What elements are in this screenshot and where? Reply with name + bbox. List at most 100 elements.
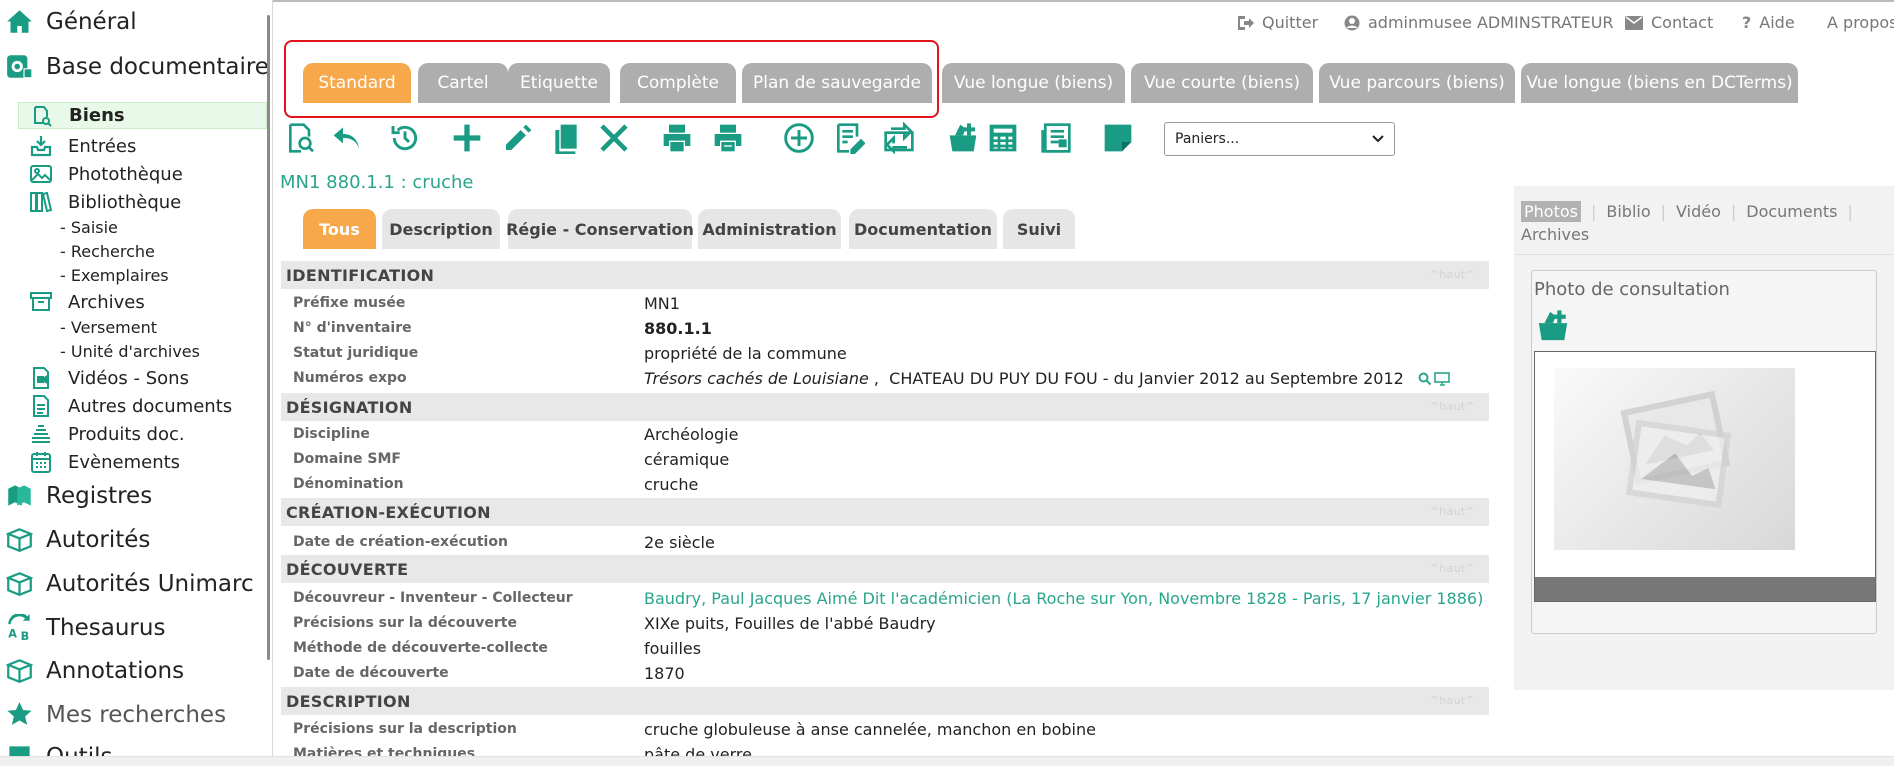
sidebar-item-archives[interactable]: Archives	[28, 289, 145, 315]
user-link[interactable]: adminmusee ADMINSTRATEUR	[1344, 13, 1614, 32]
horizontal-scrollbar[interactable]	[0, 756, 1894, 766]
open-box-icon	[6, 526, 33, 553]
sidebar-link-exemplaires[interactable]: - Exemplaires	[60, 266, 169, 285]
sidebar-link-recherche[interactable]: - Recherche	[60, 242, 155, 261]
photo-title: Photo de consultation	[1534, 279, 1730, 300]
add-circle-icon[interactable]	[783, 122, 815, 154]
top-bar: Quitter adminmusee ADMINSTRATEUR Contact…	[273, 0, 1894, 42]
basket-add-icon[interactable]	[947, 122, 979, 154]
report-icon[interactable]	[1040, 122, 1072, 154]
media-tab-video[interactable]: Vidéo	[1676, 202, 1721, 221]
object-search-icon	[29, 103, 55, 129]
apropos-label: A propos	[1827, 13, 1894, 32]
magnify-icon[interactable]	[1418, 372, 1432, 386]
delete-icon[interactable]	[598, 122, 630, 154]
decouvreur-link[interactable]: Baudry, Paul Jacques Aimé Dit l'académic…	[644, 589, 1483, 608]
field-label: Discipline	[293, 426, 370, 442]
media-tab-archives[interactable]: Archives	[1521, 225, 1589, 244]
tab-documentation[interactable]: Documentation	[849, 209, 997, 249]
tab-vue-courte-biens[interactable]: Vue courte (biens)	[1131, 63, 1313, 103]
search-record-icon[interactable]	[285, 122, 317, 154]
sidebar-scrollbar[interactable]	[267, 15, 270, 660]
sidebar-item-outils[interactable]: Outils	[6, 743, 112, 756]
tab-tous[interactable]: Tous	[303, 209, 376, 249]
tab-regie-conservation[interactable]: Régie - Conservation	[506, 209, 694, 249]
tab-description[interactable]: Description	[382, 209, 500, 249]
sidebar-item-biens[interactable]: Biens	[18, 102, 267, 129]
paniers-select-value: Paniers...	[1175, 131, 1240, 147]
sidebar-item-autorites[interactable]: Autorités	[6, 526, 150, 553]
quitter-link[interactable]: Quitter	[1236, 13, 1318, 32]
field-value: 1870	[644, 664, 685, 683]
calculator-icon[interactable]	[987, 122, 1019, 154]
form-edit-icon[interactable]	[833, 122, 865, 154]
field-label: Précisions sur la description	[293, 721, 517, 737]
history-icon[interactable]	[389, 122, 421, 154]
photo-caption-bar	[1535, 577, 1875, 601]
note-icon[interactable]	[1102, 122, 1134, 154]
sidebar-item-registres[interactable]: Registres	[6, 482, 152, 509]
media-tab-documents[interactable]: Documents	[1746, 202, 1837, 221]
photo-frame[interactable]	[1534, 351, 1876, 602]
record-name: cruche	[412, 172, 474, 193]
transfer-icon[interactable]	[883, 122, 915, 154]
field-label: Statut juridique	[293, 345, 419, 361]
sidebar-item-label: Outils	[46, 744, 112, 757]
duplicate-icon[interactable]	[550, 122, 582, 154]
print-list-icon[interactable]	[712, 122, 744, 154]
sidebar-item-label: Bibliothèque	[68, 191, 182, 213]
section-title: IDENTIFICATION	[286, 265, 435, 285]
sidebar-item-thesaurus[interactable]: AB Thesaurus	[6, 614, 165, 641]
haut-link[interactable]: ^haut^	[1430, 505, 1475, 518]
sidebar-item-produits-doc[interactable]: Produits doc.	[28, 421, 185, 447]
sidebar-link-versement[interactable]: - Versement	[60, 318, 157, 337]
media-tab-biblio[interactable]: Biblio	[1606, 202, 1650, 221]
haut-link[interactable]: ^haut^	[1430, 400, 1475, 413]
field-value-decouvreur[interactable]: Baudry, Paul Jacques Aimé Dit l'académic…	[644, 589, 1489, 608]
open-window-icon[interactable]	[1434, 371, 1450, 386]
section-title: DÉCOUVERTE	[286, 559, 409, 579]
field-value: fouilles	[644, 639, 702, 658]
basket-add-icon[interactable]	[1536, 309, 1570, 343]
tab-suivi[interactable]: Suivi	[1003, 209, 1075, 249]
haut-link[interactable]: ^haut^	[1430, 268, 1475, 281]
star-icon	[6, 701, 33, 728]
sidebar-item-bibliotheque[interactable]: Bibliothèque	[28, 189, 181, 215]
tab-vue-longue-dcterms[interactable]: Vue longue (biens en DCTerms)	[1521, 63, 1798, 103]
tab-vue-longue-biens[interactable]: Vue longue (biens)	[942, 63, 1125, 103]
sidebar-item-base-documentaire[interactable]: Base documentaire	[6, 53, 269, 80]
paniers-select[interactable]: Paniers...	[1164, 122, 1395, 156]
haut-link[interactable]: ^haut^	[1430, 562, 1475, 575]
haut-link[interactable]: ^haut^	[1430, 694, 1475, 707]
tab-vue-parcours-biens[interactable]: Vue parcours (biens)	[1319, 63, 1515, 103]
sidebar-item-label: Base documentaire	[46, 53, 269, 80]
section-decouverte: DÉCOUVERTE ^haut^	[281, 555, 1489, 583]
field-value: XIXe puits, Fouilles de l'abbé Baudry	[644, 614, 936, 633]
sidebar-item-annotations[interactable]: Annotations	[6, 657, 184, 684]
back-icon[interactable]	[331, 122, 363, 154]
sidebar-item-autorites-unimarc[interactable]: Autorités Unimarc	[6, 570, 254, 597]
print-icon[interactable]	[661, 122, 693, 154]
add-icon[interactable]	[451, 122, 483, 154]
sidebar-item-mes-recherches[interactable]: Mes recherches	[6, 701, 226, 728]
archive-box-icon	[28, 289, 54, 315]
media-tab-photos[interactable]: Photos	[1521, 201, 1581, 222]
edit-icon[interactable]	[502, 122, 534, 154]
sidebar-item-autres-documents[interactable]: Autres documents	[28, 393, 232, 419]
aide-link[interactable]: ? Aide	[1742, 13, 1795, 32]
sidebar-item-evenements[interactable]: Evènements	[28, 449, 180, 475]
sidebar-item-entrees[interactable]: Entrées	[28, 133, 136, 159]
sidebar-link-saisie[interactable]: - Saisie	[60, 218, 118, 237]
sidebar-item-videos-sons[interactable]: Vidéos - Sons	[28, 365, 189, 391]
tab-administration[interactable]: Administration	[698, 209, 841, 249]
record-number: MN1 880.1.1	[280, 172, 395, 193]
sidebar-item-phototheque[interactable]: Photothèque	[28, 161, 183, 187]
sidebar-item-label: Autorités Unimarc	[46, 570, 254, 597]
books-icon	[28, 189, 54, 215]
sidebar-item-label: Produits doc.	[68, 423, 185, 445]
sidebar-item-general[interactable]: Général	[6, 8, 137, 35]
photo-placeholder-image	[1554, 368, 1795, 550]
apropos-link[interactable]: A propos	[1827, 13, 1894, 32]
contact-link[interactable]: Contact	[1625, 13, 1713, 32]
sidebar-link-unite-archives[interactable]: - Unité d'archives	[60, 342, 200, 361]
